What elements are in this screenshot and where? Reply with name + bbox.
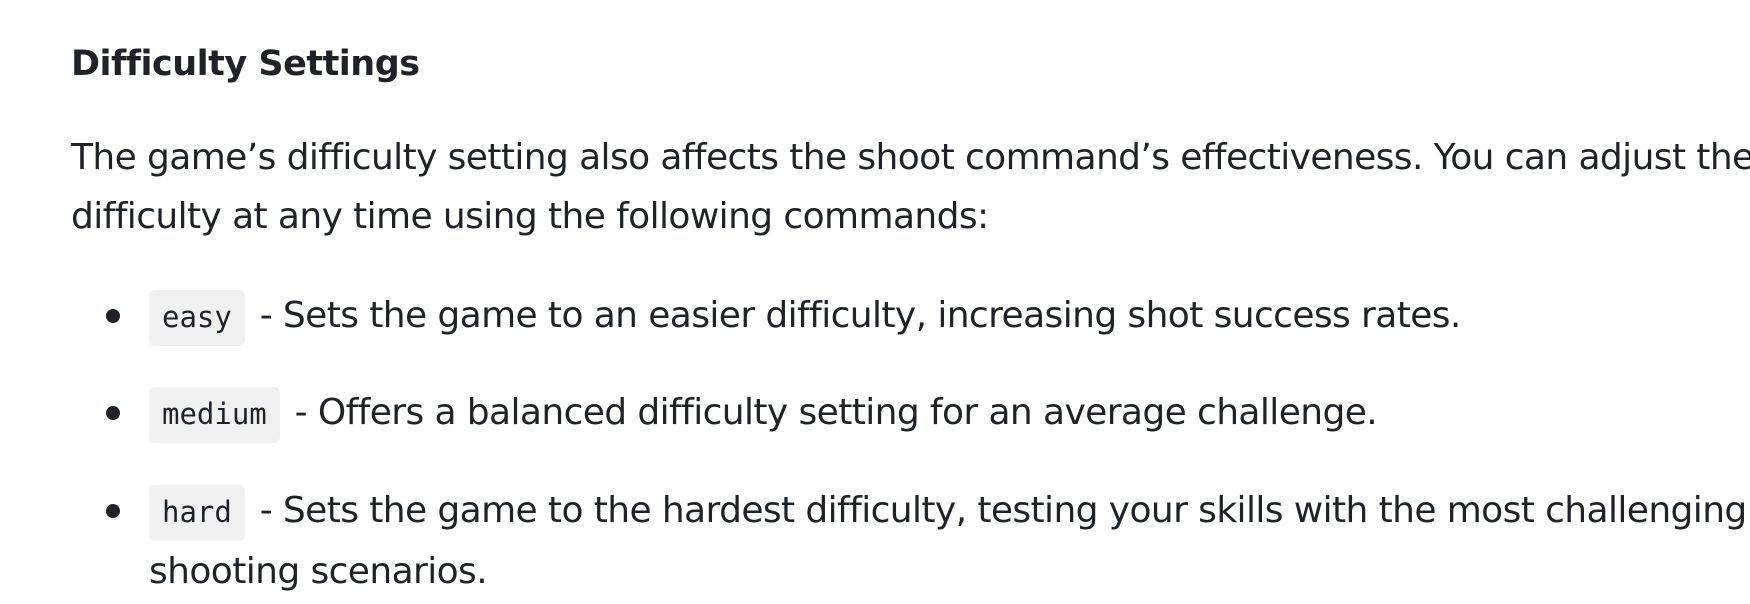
command-code-hard: hard bbox=[149, 485, 245, 541]
list-item-body: easy - Sets the game to an easier diffic… bbox=[149, 286, 1739, 347]
section-heading: Difficulty Settings bbox=[71, 44, 420, 84]
list-item-body: hard - Sets the game to the hardest diff… bbox=[149, 481, 1747, 601]
command-description-medium: - Offers a balanced difficulty setting f… bbox=[294, 392, 1378, 433]
command-description-hard: - Sets the game to the hardest difficult… bbox=[259, 490, 1748, 531]
list-item-body: medium - Offers a balanced difficulty se… bbox=[149, 383, 1739, 444]
bullet-icon bbox=[106, 406, 120, 420]
command-description-easy: - Sets the game to an easier difficulty,… bbox=[259, 295, 1462, 336]
command-description-hard-continued: shooting scenarios. bbox=[149, 551, 488, 592]
bullet-icon bbox=[106, 504, 120, 518]
intro-line-2: difficulty at any time using the followi… bbox=[71, 196, 989, 237]
intro-paragraph: The game’s difficulty setting also affec… bbox=[71, 128, 1750, 246]
intro-line-1: The game’s difficulty setting also affec… bbox=[71, 137, 1750, 178]
command-code-medium: medium bbox=[149, 387, 280, 443]
bullet-icon bbox=[106, 309, 120, 323]
command-code-easy: easy bbox=[149, 290, 245, 346]
